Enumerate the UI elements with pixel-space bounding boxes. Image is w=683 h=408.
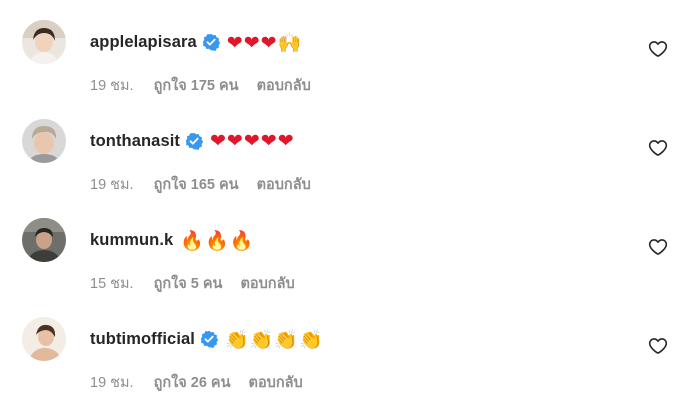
comment-time[interactable]: 19 ชม. (90, 173, 134, 196)
comment-item: tonthanasit ❤❤❤❤❤ 19 ชม. ถูกใจ 165 คน ตอ… (0, 99, 683, 193)
comment-time[interactable]: 15 ชม. (90, 272, 134, 295)
like-count-button[interactable]: ถูกใจ 26 คน (154, 371, 231, 394)
heart-outline-icon[interactable] (648, 336, 668, 356)
username[interactable]: tubtimofficial (90, 330, 195, 349)
heart-outline-icon[interactable] (648, 138, 668, 158)
username[interactable]: kummun.k (90, 231, 173, 250)
avatar[interactable] (22, 119, 66, 163)
reply-button[interactable]: ตอบกลับ (240, 272, 294, 295)
comment-header: tonthanasit ❤❤❤❤❤ (90, 128, 295, 154)
comment-text: ❤❤❤🙌 (226, 31, 303, 54)
comment-meta: 19 ชม. ถูกใจ 175 คน ตอบกลับ (90, 74, 311, 97)
like-count-button[interactable]: ถูกใจ 175 คน (154, 74, 239, 97)
comment-text: ❤❤❤❤❤ (210, 130, 295, 152)
comment-header: applelapisara ❤❤❤🙌 (90, 29, 302, 55)
like-count-button[interactable]: ถูกใจ 165 คน (154, 173, 239, 196)
avatar[interactable] (22, 218, 66, 262)
comment-time[interactable]: 19 ชม. (90, 371, 134, 394)
verified-badge-icon (200, 330, 219, 348)
reply-button[interactable]: ตอบกลับ (257, 173, 311, 196)
comment-header: kummun.k 🔥🔥🔥 (90, 227, 254, 253)
verified-badge-icon (202, 33, 220, 51)
reply-button[interactable]: ตอบกลับ (257, 74, 311, 97)
comment-item: kummun.k 🔥🔥🔥 15 ชม. ถูกใจ 5 คน ตอบกลับ (0, 198, 683, 292)
comment-time[interactable]: 19 ชม. (90, 74, 134, 97)
comment-header: tubtimofficial 👏👏👏👏 (90, 326, 324, 352)
comment-meta: 19 ชม. ถูกใจ 26 คน ตอบกลับ (90, 371, 303, 394)
comment-meta: 19 ชม. ถูกใจ 165 คน ตอบกลับ (90, 173, 311, 196)
avatar[interactable] (22, 20, 66, 64)
heart-outline-icon[interactable] (648, 237, 668, 257)
comment-item: applelapisara ❤❤❤🙌 19 ชม. ถูกใจ 175 คน ต… (0, 0, 683, 94)
comment-item: tubtimofficial 👏👏👏👏 19 ชม. ถูกใจ 26 คน ต… (0, 297, 683, 391)
comment-text: 🔥🔥🔥 (180, 229, 255, 252)
verified-badge-icon (185, 132, 204, 150)
comment-text: 👏👏👏👏 (224, 328, 324, 351)
username[interactable]: applelapisara (90, 33, 197, 52)
avatar[interactable] (22, 317, 66, 361)
heart-outline-icon[interactable] (648, 39, 668, 59)
username[interactable]: tonthanasit (90, 132, 180, 151)
comment-meta: 15 ชม. ถูกใจ 5 คน ตอบกลับ (90, 272, 295, 295)
reply-button[interactable]: ตอบกลับ (249, 371, 303, 394)
like-count-button[interactable]: ถูกใจ 5 คน (154, 272, 223, 295)
